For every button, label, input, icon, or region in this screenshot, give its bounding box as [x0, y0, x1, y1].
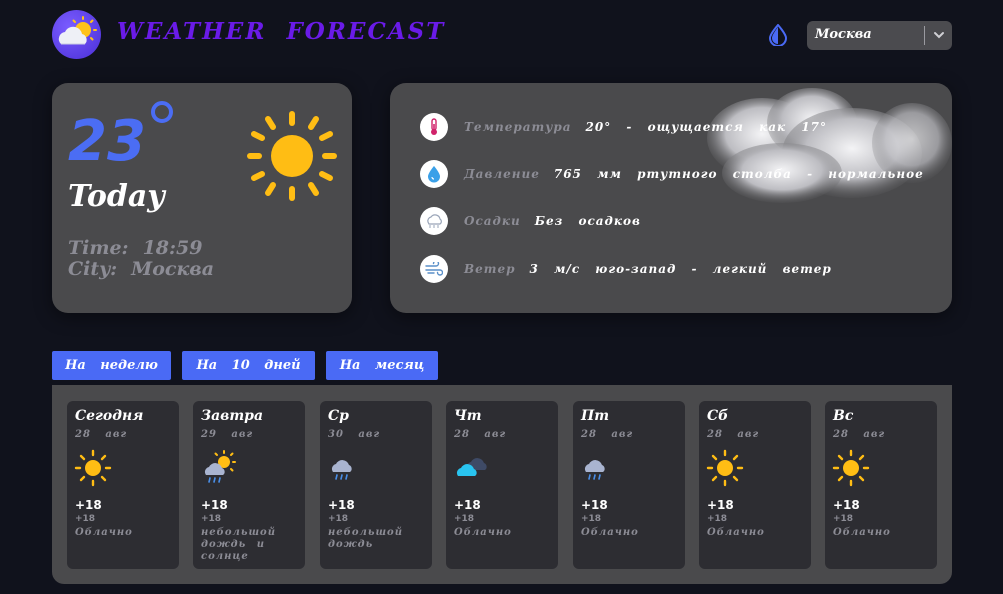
- tab-10-days[interactable]: На 10 дней: [182, 351, 315, 380]
- day-name: Ср: [328, 408, 349, 424]
- select-separator: [924, 26, 925, 45]
- day-date: 28 авг: [75, 429, 128, 440]
- sun-cloud-rain-icon: [199, 448, 239, 488]
- day-description: Облачно: [581, 527, 639, 538]
- day-feels-like: +18: [328, 514, 349, 524]
- sun-icon: [73, 448, 113, 488]
- city-select-value: Москва: [815, 27, 872, 42]
- day-feels-like: +18: [201, 514, 222, 524]
- time-label: Time:: [68, 237, 129, 259]
- day-description: Облачно: [833, 527, 891, 538]
- time-info: Time: 18:59: [68, 237, 202, 259]
- detail-name: Температура: [464, 120, 572, 134]
- day-name: Чт: [454, 408, 482, 424]
- day-description: небольшой дождь и солнце: [201, 527, 276, 562]
- day-description: Облачно: [707, 527, 765, 538]
- forecast-panel: Сегодня 28 авг +18 +18 Облачно Завтра 29…: [52, 385, 952, 584]
- forecast-day-card[interactable]: Завтра 29 авг +18 +18 небольшой дождь и …: [193, 401, 305, 569]
- detail-name: Давление: [464, 167, 540, 181]
- day-description: Облачно: [75, 527, 133, 538]
- tab-month[interactable]: На месяц: [326, 351, 438, 380]
- day-feels-like: +18: [454, 514, 475, 524]
- detail-row-pressure: Давление 765 мм ртутного столба - нормал…: [420, 160, 924, 188]
- today-label: Today: [68, 179, 165, 214]
- detail-value: 20° - ощущается как 17°: [585, 120, 828, 134]
- day-temperature: +18: [75, 498, 102, 512]
- chevron-down-icon[interactable]: [932, 27, 946, 41]
- wind-icon: [420, 255, 448, 283]
- forecast-day-card[interactable]: Пт 28 авг +18 +18 Облачно: [573, 401, 685, 569]
- day-temperature: +18: [454, 498, 481, 512]
- thermometer-icon: [420, 113, 448, 141]
- rain-cloud-icon: [579, 448, 619, 488]
- degree-symbol: [151, 101, 173, 123]
- detail-value: 3 м/с юго-запад - легкий ветер: [529, 262, 832, 276]
- day-date: 30 авг: [328, 429, 381, 440]
- day-date: 28 авг: [833, 429, 886, 440]
- forecast-day-card[interactable]: Вс 28 авг +18 +18 Облачно: [825, 401, 937, 569]
- app-title: WEATHER FORECAST: [117, 18, 446, 45]
- day-date: 28 авг: [581, 429, 634, 440]
- detail-name: Осадки: [464, 214, 521, 228]
- day-temperature: +18: [328, 498, 355, 512]
- day-feels-like: +18: [75, 514, 96, 524]
- pressure-drop-icon: [420, 160, 448, 188]
- day-name: Завтра: [201, 408, 264, 424]
- clouds-icon: [452, 448, 492, 488]
- day-name: Вс: [833, 408, 854, 424]
- day-name: Сегодня: [75, 408, 144, 424]
- day-feels-like: +18: [581, 514, 602, 524]
- day-feels-like: +18: [833, 514, 854, 524]
- sun-icon: [705, 448, 745, 488]
- city-select[interactable]: Москва: [807, 21, 952, 50]
- weather-details-card: Температура 20° - ощущается как 17° Давл…: [390, 83, 952, 313]
- theme-toggle-drop-icon[interactable]: [768, 23, 788, 47]
- day-date: 28 авг: [454, 429, 507, 440]
- detail-row-precipitation: Осадки Без осадков: [420, 207, 641, 235]
- cloud-background-image: [707, 88, 952, 203]
- precipitation-icon: [420, 207, 448, 235]
- day-description: Облачно: [454, 527, 512, 538]
- current-temperature: 23: [68, 109, 146, 174]
- day-temperature: +18: [581, 498, 608, 512]
- day-name: Сб: [707, 408, 729, 424]
- day-description: небольшой дождь: [328, 527, 403, 550]
- app-logo: [52, 10, 101, 59]
- today-card: 23 Today Time: 18:59 City: Москва: [52, 83, 352, 313]
- detail-row-wind: Ветер 3 м/с юго-запад - легкий ветер: [420, 255, 832, 283]
- tab-week[interactable]: На неделю: [52, 351, 171, 380]
- day-feels-like: +18: [707, 514, 728, 524]
- day-date: 29 авг: [201, 429, 254, 440]
- day-temperature: +18: [833, 498, 860, 512]
- day-name: Пт: [581, 408, 610, 424]
- sun-icon: [244, 108, 340, 204]
- day-temperature: +18: [707, 498, 734, 512]
- sun-icon: [831, 448, 871, 488]
- forecast-day-card[interactable]: Сб 28 авг +18 +18 Облачно: [699, 401, 811, 569]
- forecast-day-card[interactable]: Сегодня 28 авг +18 +18 Облачно: [67, 401, 179, 569]
- rain-cloud-icon: [326, 448, 366, 488]
- detail-name: Ветер: [464, 262, 516, 276]
- time-value: 18:59: [142, 237, 203, 259]
- city-label: City:: [68, 258, 118, 280]
- day-temperature: +18: [201, 498, 228, 512]
- city-info: City: Москва: [68, 258, 214, 280]
- detail-value: Без осадков: [534, 214, 641, 228]
- day-date: 28 авг: [707, 429, 760, 440]
- detail-value: 765 мм ртутного столба - нормальное: [553, 167, 924, 181]
- detail-row-temperature: Температура 20° - ощущается как 17°: [420, 113, 827, 141]
- forecast-day-card[interactable]: Чт 28 авг +18 +18 Облачно: [446, 401, 558, 569]
- city-value: Москва: [131, 258, 215, 280]
- forecast-day-card[interactable]: Ср 30 авг +18 +18 небольшой дождь: [320, 401, 432, 569]
